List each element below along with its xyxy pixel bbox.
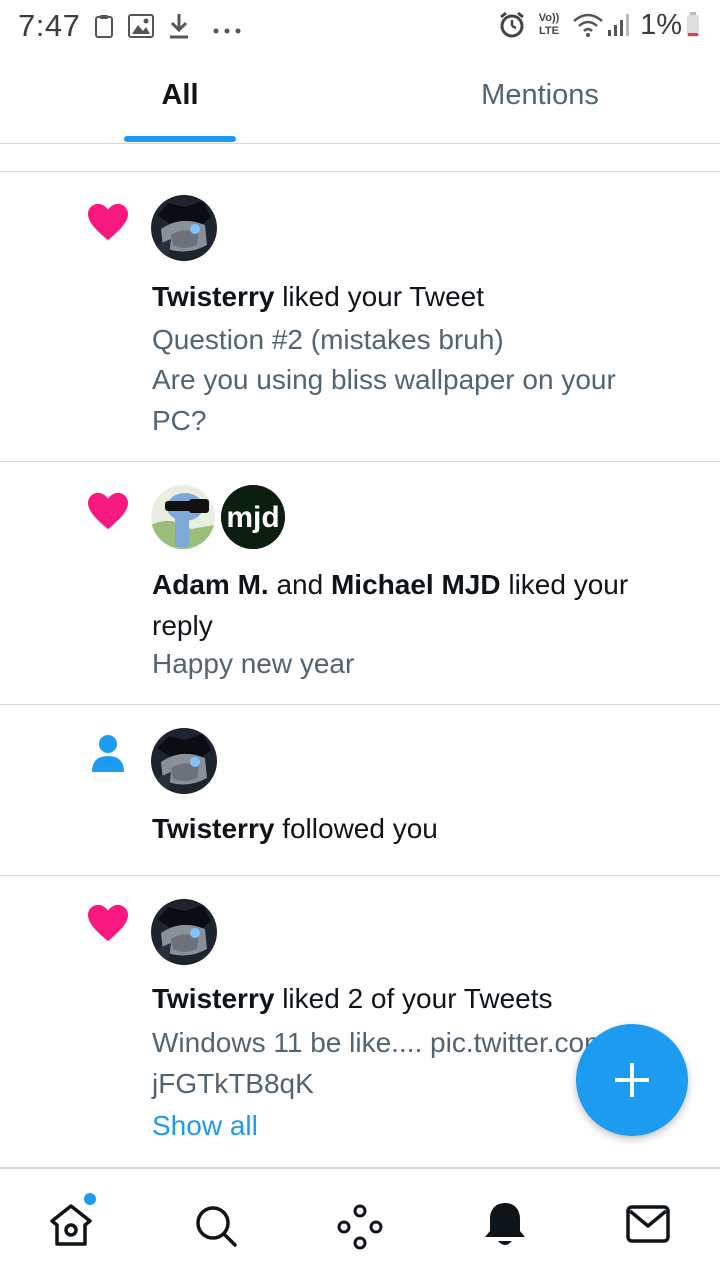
spaces-icon[interactable] <box>336 1203 384 1251</box>
notification-text: Twisterry followed you <box>152 813 438 844</box>
notification-item[interactable]: Twisterry liked your Tweet Question #2 (… <box>0 172 720 462</box>
show-all-link[interactable]: Show all <box>152 1105 258 1146</box>
clipboard-icon <box>94 14 114 43</box>
bottom-navigation <box>0 1168 720 1280</box>
bell-icon[interactable] <box>481 1199 529 1247</box>
search-icon[interactable] <box>192 1203 240 1251</box>
home-icon[interactable] <box>47 1201 95 1249</box>
heart-icon <box>86 491 130 536</box>
notification-item[interactable]: mjd Adam M. and Michael MJD liked your r… <box>0 463 720 705</box>
notification-item[interactable]: Twisterry followed you <box>0 706 720 876</box>
reply-preview: Happy new year <box>152 648 355 679</box>
download-icon <box>168 12 190 45</box>
battery-percent: 1% <box>640 9 682 41</box>
avatar[interactable]: mjd <box>221 485 285 549</box>
notification-text: Twisterry liked 2 of your Tweets <box>152 983 553 1014</box>
status-time: 7:47 <box>18 8 81 43</box>
actor-name[interactable]: Twisterry <box>152 983 274 1014</box>
alarm-icon <box>498 11 526 44</box>
actor-name[interactable]: Twisterry <box>152 813 274 844</box>
actor-name[interactable]: Adam M. <box>152 569 269 600</box>
wifi-icon <box>572 12 604 43</box>
status-bar: 7:47 Vo)) LTE 1% <box>0 0 720 52</box>
plus-icon <box>612 1060 652 1105</box>
avatar[interactable] <box>151 899 217 965</box>
network-type-label: Vo)) LTE <box>538 12 560 37</box>
home-badge <box>82 1191 98 1207</box>
compose-tweet-button[interactable] <box>576 1024 688 1136</box>
signal-icon <box>606 12 632 43</box>
notification-text: Twisterry liked your Tweet <box>152 281 485 312</box>
battery-icon <box>686 12 700 43</box>
notification-tabs: All Mentions <box>0 52 720 144</box>
actor-name[interactable]: Michael MJD <box>331 569 501 600</box>
avatar[interactable] <box>151 485 215 549</box>
active-tab-indicator <box>124 136 236 142</box>
avatar[interactable] <box>151 195 217 261</box>
avatar-initials: mjd <box>226 501 279 534</box>
tweet-preview: Are you using bliss wallpaper on your PC… <box>152 364 616 436</box>
notification-text: Adam M. and Michael MJD liked your reply <box>152 569 629 641</box>
tweet-preview: Question #2 (mistakes bruh) <box>152 324 504 355</box>
actor-name[interactable]: Twisterry <box>152 281 274 312</box>
avatar[interactable] <box>151 728 217 794</box>
heart-icon <box>86 202 130 247</box>
more-notifications-icon <box>212 22 242 40</box>
person-icon <box>90 734 126 779</box>
tab-all[interactable]: All <box>0 52 360 144</box>
mail-icon[interactable] <box>626 1205 674 1253</box>
heart-icon <box>86 903 130 948</box>
tab-mentions[interactable]: Mentions <box>360 52 720 144</box>
image-icon <box>128 14 154 43</box>
